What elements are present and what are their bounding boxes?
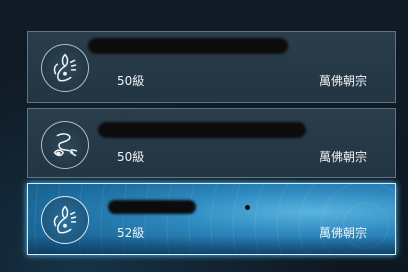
character-card[interactable]: 50級 萬佛朝宗	[27, 31, 396, 103]
redaction-dot	[245, 205, 250, 210]
character-name-redacted	[108, 200, 196, 214]
character-name-redacted	[98, 122, 306, 138]
dragon-emblem-icon	[41, 121, 89, 169]
character-level: 52級	[117, 226, 145, 240]
character-card[interactable]: 50級 萬佛朝宗	[27, 108, 396, 178]
phoenix-emblem-icon	[41, 196, 89, 244]
character-server: 萬佛朝宗	[318, 226, 367, 240]
phoenix-emblem-icon	[41, 44, 89, 92]
character-select-screen: 50級 萬佛朝宗 50級 萬佛朝宗 52級 萬佛朝宗	[0, 0, 408, 272]
character-level: 50級	[117, 74, 145, 88]
character-level: 50級	[117, 150, 145, 164]
character-card-selected[interactable]: 52級 萬佛朝宗	[27, 183, 396, 255]
character-server: 萬佛朝宗	[318, 150, 367, 164]
character-server: 萬佛朝宗	[318, 74, 367, 88]
character-name-redacted	[88, 38, 288, 54]
